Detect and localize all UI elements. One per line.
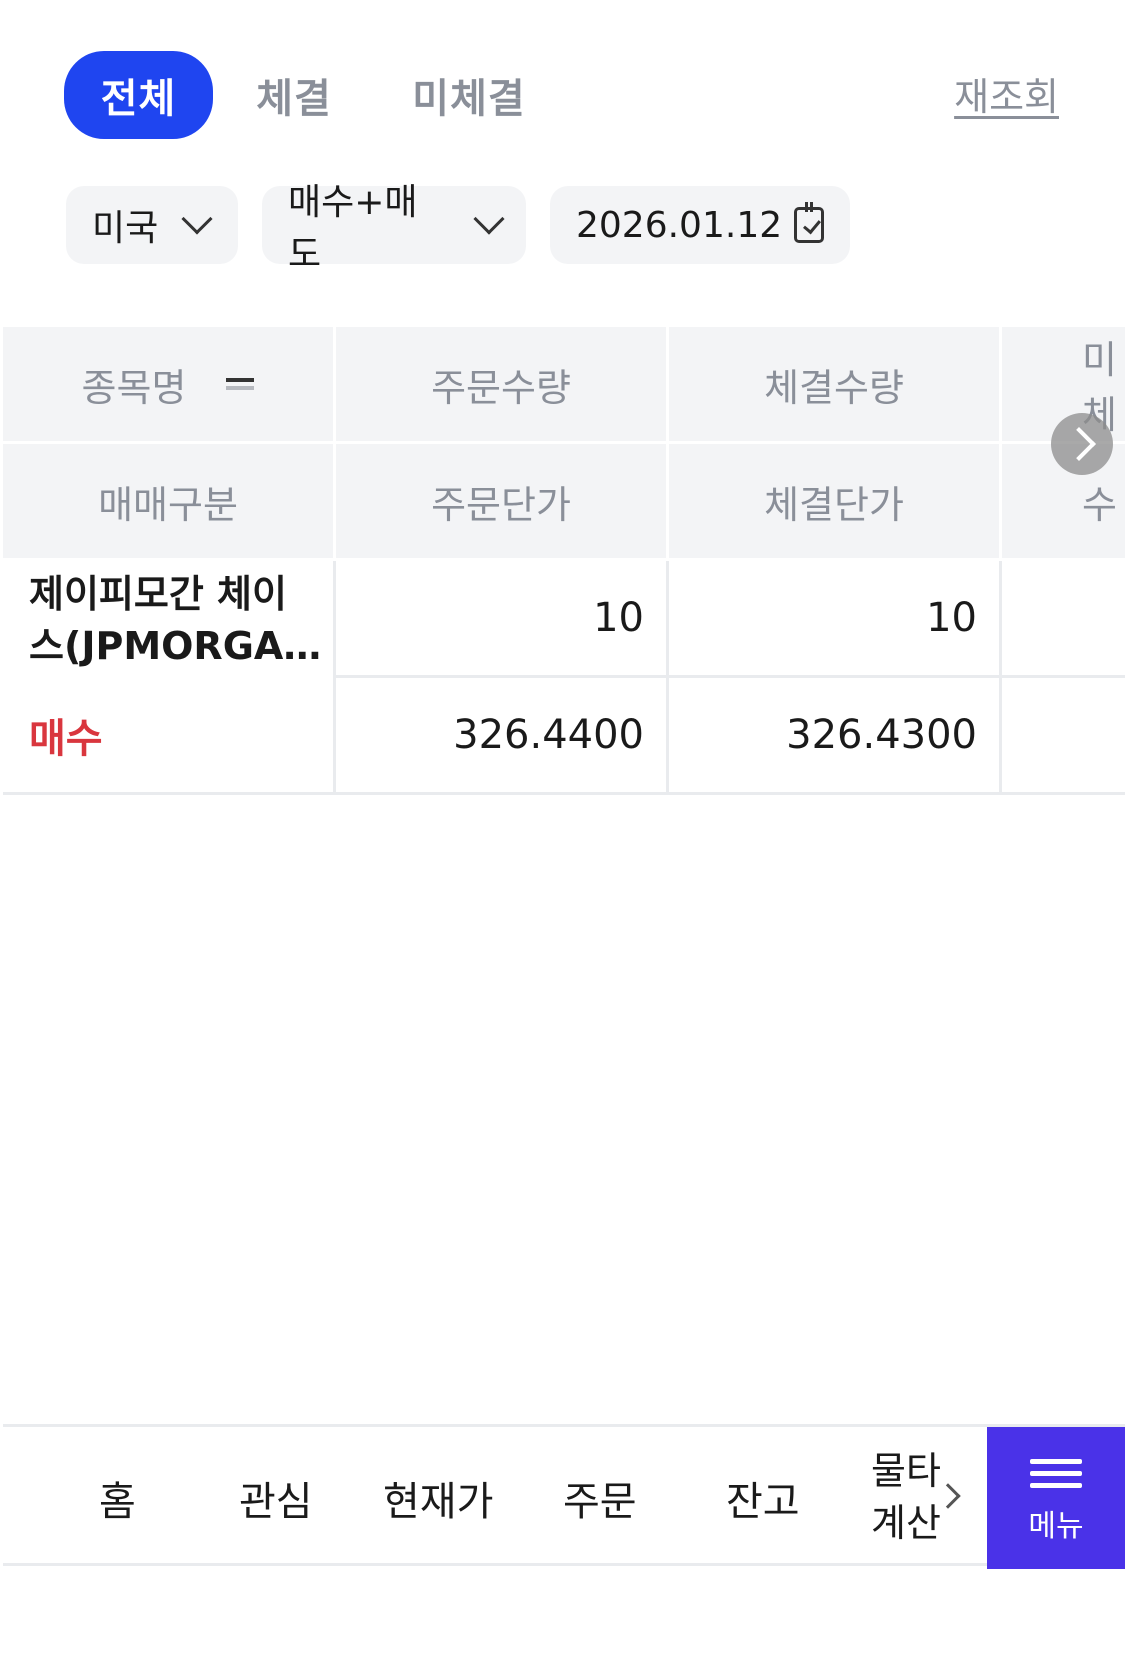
- nav-current-price[interactable]: 현재가: [383, 1469, 493, 1527]
- calendar-icon: [794, 202, 824, 243]
- order-qty-cell: 10: [336, 561, 669, 678]
- table-row[interactable]: 제이피모간 체이 스(JPMORGA… 10 10: [3, 561, 1125, 678]
- tab-unfilled[interactable]: 미체결: [399, 51, 539, 139]
- trade-type-buy: 매수: [29, 716, 103, 762]
- col4-row2-cell: [1002, 678, 1125, 795]
- chevron-down-icon: [473, 203, 505, 235]
- order-price-cell: 326.4400: [336, 678, 669, 795]
- table-row[interactable]: 매수 326.4400 326.4300: [3, 678, 1125, 795]
- menu-label: 메뉴: [1028, 1508, 1084, 1544]
- nav-home[interactable]: 홈: [99, 1469, 136, 1527]
- stock-name-cell: 제이피모간 체이 스(JPMORGA…: [3, 561, 336, 678]
- menu-button[interactable]: 메뉴: [987, 1427, 1125, 1569]
- date-value: 2026.01.12: [576, 204, 783, 246]
- sort-icon[interactable]: [226, 374, 255, 394]
- table-header-row-2: 매매구분 주문단가 체결단가 수: [3, 444, 1125, 561]
- order-history-screen: 전체 체결 미체결 재조회 미국 매수+매도 2026.01.12 종목명 주문…: [0, 0, 1125, 1671]
- trade-side-value: 매수+매도: [288, 182, 418, 275]
- hamburger-icon: [1030, 1452, 1082, 1495]
- stock-name-line1: 제이피모간 체이: [29, 571, 287, 616]
- nav-averaging-calculator[interactable]: 물타기 계산기: [871, 1445, 941, 1549]
- bottom-nav: 홈 관심 현재가 주문 잔고 물타기 계산기 메뉴: [3, 1424, 1125, 1569]
- country-select[interactable]: 미국: [66, 186, 238, 264]
- tab-all[interactable]: 전체: [64, 51, 213, 139]
- country-value: 미국: [92, 208, 159, 249]
- refresh-link[interactable]: 재조회: [954, 66, 1059, 121]
- chevron-down-icon: [181, 203, 213, 235]
- stock-name-line2: 스(JPMORGA…: [29, 623, 322, 668]
- header-stock-name[interactable]: 종목명: [3, 327, 336, 444]
- order-table: 종목명 주문수량 체결수량 미체 매매구분 주문단가 체결단가 수 제이피모간 …: [3, 327, 1125, 795]
- trade-type-cell: 매수: [3, 678, 336, 795]
- header-filled-price: 체결단가: [669, 444, 1002, 561]
- trade-side-select[interactable]: 매수+매도: [262, 182, 526, 275]
- table-header-row-1: 종목명 주문수량 체결수량 미체: [3, 327, 1125, 444]
- header-trade-type: 매매구분: [3, 444, 336, 561]
- filter-tabs: 전체 체결 미체결: [64, 51, 539, 139]
- date-picker[interactable]: 2026.01.12: [550, 186, 850, 264]
- nav-order[interactable]: 주문: [563, 1469, 637, 1527]
- header-order-price: 주문단가: [336, 444, 669, 561]
- filled-qty-cell: 10: [669, 561, 1002, 678]
- filled-price-cell: 326.4300: [669, 678, 1002, 795]
- scroll-right-button[interactable]: [1051, 413, 1113, 475]
- header-filled-qty: 체결수량: [669, 327, 1002, 444]
- filter-bar: 미국 매수+매도 2026.01.12: [66, 182, 874, 275]
- tab-filled[interactable]: 체결: [239, 51, 349, 139]
- unfilled-qty-cell: [1002, 561, 1125, 678]
- header-order-qty: 주문수량: [336, 327, 669, 444]
- nav-balance[interactable]: 잔고: [726, 1469, 800, 1527]
- nav-watchlist[interactable]: 관심: [239, 1469, 313, 1527]
